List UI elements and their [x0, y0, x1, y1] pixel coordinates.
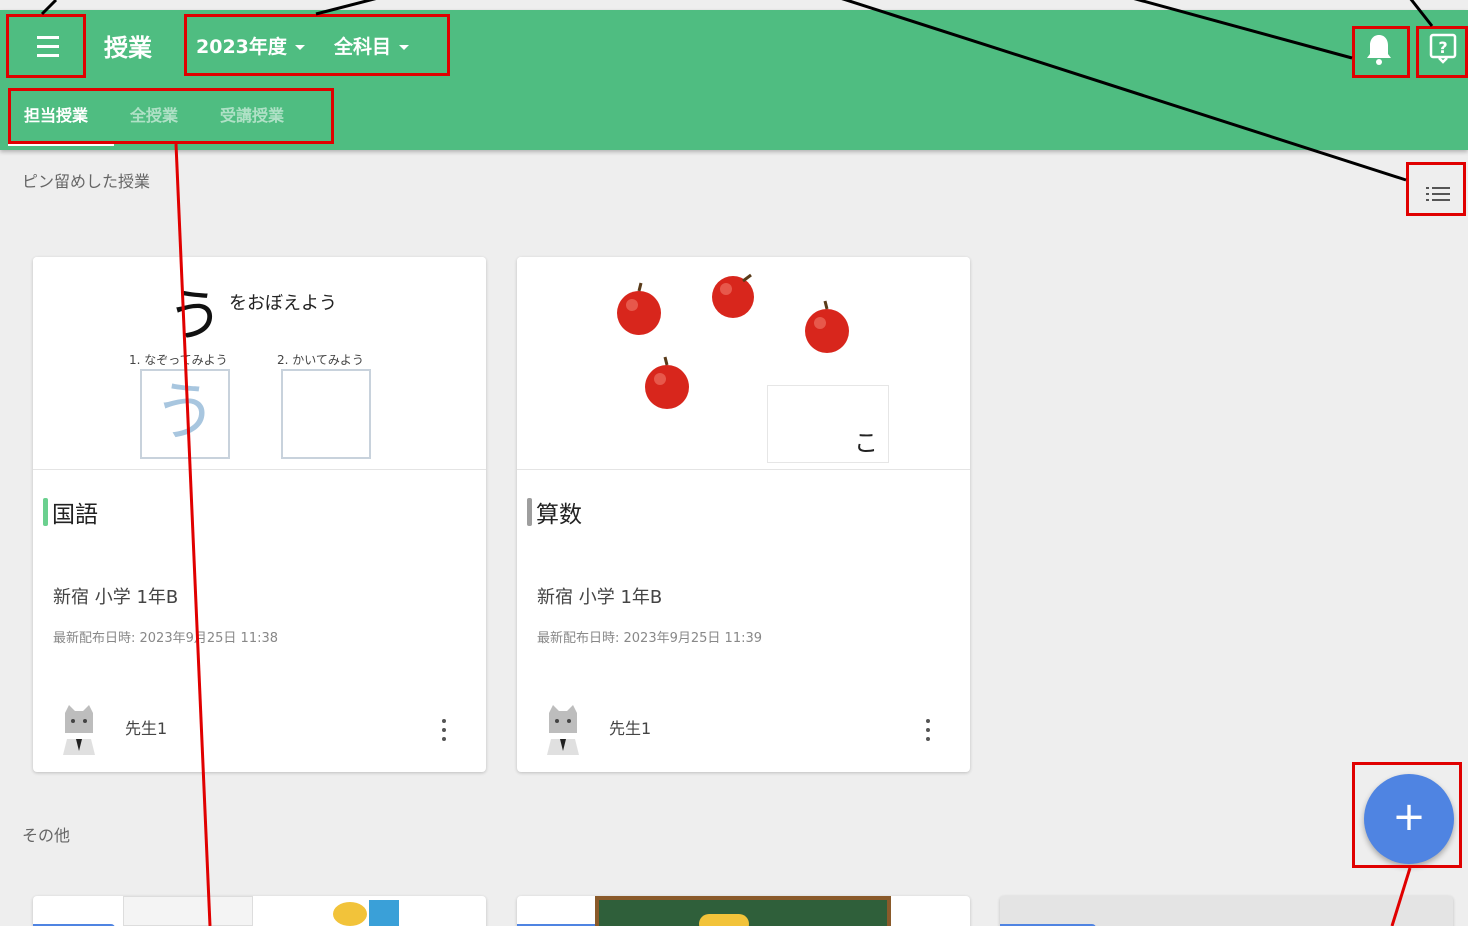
class-card-kokugo[interactable]: う をおぼえよう 1. なぞってみよう 2. かいてみよう う 国語 新宿 小学… [33, 257, 486, 772]
annotation-box-filters [184, 14, 450, 76]
annotation-box-bell [1352, 26, 1410, 78]
annotation-box-menu [6, 14, 86, 78]
answer-box: こ [767, 385, 889, 463]
thumbnail-character: う [167, 284, 223, 349]
class-card-sansu[interactable]: こ 算数 新宿 小学 1年B 最新配布日時: 2023年9月25日 11:39 … [517, 257, 970, 772]
subject-title: 算数 [527, 495, 582, 529]
class-card-other-3[interactable] [1000, 896, 1453, 926]
card-thumbnail: こ [517, 257, 970, 470]
umbrella-icon [369, 900, 399, 926]
subject-label: 算数 [536, 502, 582, 528]
avatar [63, 705, 95, 755]
annotation-box-tabs [8, 88, 334, 144]
thumbnail-character: こ [854, 429, 878, 457]
blackboard-sign [699, 914, 749, 926]
annotation-box-fab [1352, 762, 1462, 868]
class-name: 新宿 小学 1年B [537, 587, 663, 608]
distributed-date: 最新配布日時: 2023年9月25日 11:38 [53, 631, 279, 646]
class-card-other-1[interactable] [33, 896, 486, 926]
subject-color-bar [527, 498, 532, 526]
thumbnail-step-2: 2. かいてみよう [277, 353, 364, 367]
distributed-date: 最新配布日時: 2023年9月25日 11:39 [537, 631, 763, 646]
apple-icon [645, 356, 689, 409]
page-title: 授業 [104, 34, 152, 62]
trace-box: う [140, 369, 230, 459]
blackboard-thumbnail [595, 896, 891, 926]
thumbnail-caption: をおぼえよう [229, 293, 337, 314]
apple-icon [805, 300, 849, 353]
class-name: 新宿 小学 1年B [53, 587, 179, 608]
avatar [547, 705, 579, 755]
subject-label: 国語 [52, 502, 98, 528]
annotation-box-help [1416, 26, 1468, 78]
card-thumbnail: う をおぼえよう 1. なぞってみよう 2. かいてみよう う [33, 257, 486, 470]
write-box [281, 369, 371, 459]
thumbnail-step-1: 1. なぞってみよう [129, 353, 228, 367]
apple-illustration [617, 273, 849, 409]
more-vert-icon[interactable] [922, 719, 934, 745]
other-section-title: その他 [22, 826, 71, 845]
teacher-name: 先生1 [125, 719, 168, 738]
pinned-section-title: ピン留めした授業 [22, 172, 151, 191]
teacher-name: 先生1 [609, 719, 652, 738]
apple-icon [617, 282, 661, 335]
card-thumbnail [123, 896, 253, 926]
sunflower-icon [333, 902, 367, 926]
apple-icon [712, 273, 754, 318]
annotation-box-list [1406, 162, 1466, 216]
subject-title: 国語 [43, 495, 98, 529]
more-vert-icon[interactable] [438, 719, 450, 745]
subject-color-bar [43, 498, 48, 526]
class-card-other-2[interactable] [517, 896, 970, 926]
